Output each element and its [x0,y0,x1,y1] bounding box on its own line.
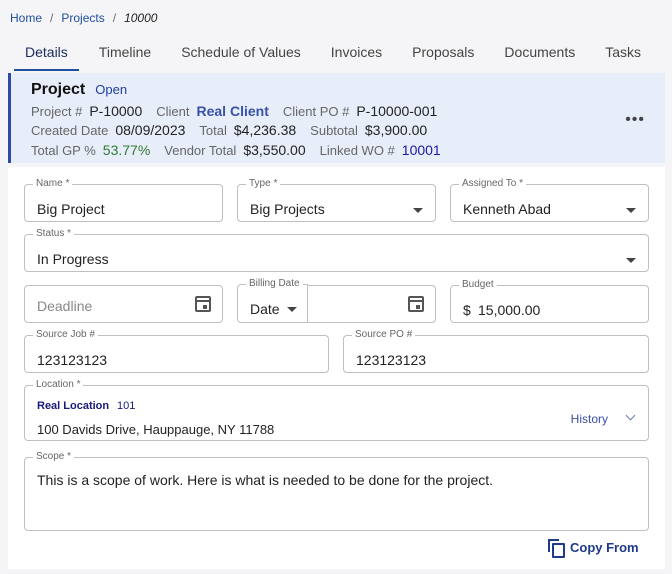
copy-icon [548,539,565,558]
breadcrumb: Home / Projects / 10000 [10,11,157,25]
total-gp-value: 53.77% [102,142,151,158]
location-label: Location * [36,379,81,390]
project-number: P-10000 [89,103,143,119]
breadcrumb-separator: / [112,11,117,25]
deadline-field[interactable]: Deadline [24,285,223,323]
status-badge: Open [95,82,128,97]
type-value: Big Projects [250,201,325,217]
caret-down-icon [626,208,636,213]
location-address: 100 Davids Drive, Hauppauge, NY 11788 [37,422,275,437]
subtotal-label: Subtotal [310,123,358,138]
breadcrumb-current: 10000 [124,11,158,25]
assigned-to-label: Assigned To * [462,178,523,189]
budget-label: Budget [462,279,494,290]
history-link[interactable]: History [571,412,608,426]
more-options-icon[interactable]: ••• [625,111,645,129]
status-label: Status * [36,228,72,239]
assigned-to-select[interactable]: Assigned To * Kenneth Abad [450,179,649,222]
status-value: In Progress [37,251,109,267]
scope-value: This is a scope of work. Here is what is… [37,472,494,488]
source-po-value: 123123123 [356,352,427,368]
location-name: Real Location [37,400,110,412]
summary-row-1: Project # P-10000 Client Real Client Cli… [31,103,451,119]
tab-bar: Details Timeline Schedule of Values Invo… [14,40,671,71]
source-po-field[interactable]: Source PO # 123123123 [343,330,649,373]
calendar-icon[interactable] [195,296,211,312]
summary-row-3: Total GP % 53.77% Vendor Total $3,550.00… [31,142,455,158]
location-field[interactable]: Location * Real Location 101 100 Davids … [24,380,649,441]
name-value: Big Project [37,201,105,217]
total-value: $4,236.38 [233,122,297,138]
scope-textarea[interactable]: Scope * This is a scope of work. Here is… [24,452,649,531]
caret-down-icon [626,258,636,263]
caret-down-icon [287,307,297,312]
deadline-placeholder: Deadline [37,298,93,314]
client-po-label: Client PO # [282,104,350,119]
caret-down-icon [413,208,423,213]
vendor-total-value: $3,550.00 [243,142,306,158]
copy-from-button[interactable]: Copy From [548,539,639,558]
currency-symbol: $ [463,302,471,318]
source-job-field[interactable]: Source Job # 123123123 [24,330,329,373]
type-label: Type * [249,178,278,189]
billing-date-label: Billing Date [249,278,300,289]
tab-schedule-of-values[interactable]: Schedule of Values [181,40,301,71]
scope-label: Scope * [36,451,72,462]
project-form: Name * Big Project Type * Big Projects A… [8,167,665,569]
linked-wo-label: Linked WO # [319,143,395,158]
vendor-total-label: Vendor Total [164,143,237,158]
name-label: Name * [36,178,70,189]
project-summary: Project Open Project # P-10000 Client Re… [8,73,665,163]
subtotal-value: $3,900.00 [364,122,428,138]
budget-field[interactable]: Budget $ 15,000.00 [450,280,649,323]
status-select[interactable]: Status * In Progress [24,229,649,272]
tab-proposals[interactable]: Proposals [412,40,474,71]
source-job-value: 123123123 [37,352,108,368]
linked-wo-link[interactable]: 10001 [402,142,441,158]
created-date: 08/09/2023 [115,122,186,138]
breadcrumb-separator: / [50,11,54,25]
tab-documents[interactable]: Documents [504,40,575,71]
breadcrumb-home[interactable]: Home [10,11,42,25]
tab-tasks[interactable]: Tasks [605,40,641,71]
copy-from-label: Copy From [570,539,639,555]
billing-date-mode-select[interactable]: Billing Date Date [237,279,308,323]
client-po: P-10000-001 [356,103,438,119]
source-job-label: Source Job # [36,329,95,340]
type-select[interactable]: Type * Big Projects [237,179,436,222]
breadcrumb-projects[interactable]: Projects [61,11,104,25]
billing-date-mode: Date [250,301,280,317]
source-po-label: Source PO # [355,329,413,340]
tab-details[interactable]: Details [14,40,79,71]
budget-value: 15,000.00 [478,302,541,318]
total-label: Total [199,123,227,138]
project-number-label: Project # [31,104,83,119]
client-link[interactable]: Real Client [197,103,269,119]
client-label: Client [156,104,190,119]
calendar-icon[interactable] [408,296,424,312]
name-field[interactable]: Name * Big Project [24,179,223,222]
created-date-label: Created Date [31,123,109,138]
chevron-down-icon[interactable] [625,410,636,421]
assigned-to-value: Kenneth Abad [463,201,551,217]
tab-invoices[interactable]: Invoices [331,40,382,71]
summary-title: Project [31,81,86,98]
tab-timeline[interactable]: Timeline [99,40,151,71]
summary-row-2: Created Date 08/09/2023 Total $4,236.38 … [31,122,441,138]
billing-date-field[interactable] [307,285,436,323]
total-gp-label: Total GP % [31,143,96,158]
location-id: 101 [117,400,136,412]
